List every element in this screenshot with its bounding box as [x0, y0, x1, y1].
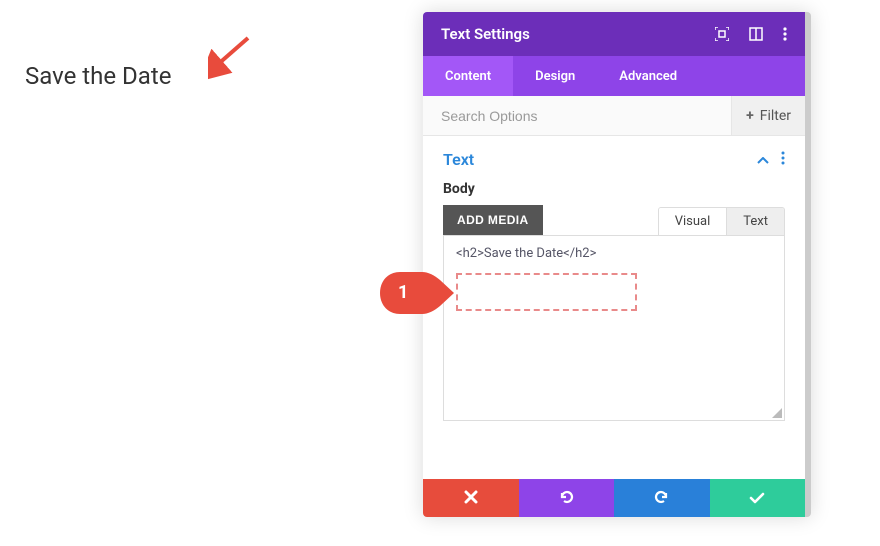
redo-button[interactable] [614, 479, 710, 517]
search-row: + Filter [423, 96, 805, 136]
body-label: Body [423, 177, 805, 205]
discard-button[interactable] [423, 479, 519, 517]
callout-number: 1 [398, 282, 408, 303]
editor-textarea[interactable]: <h2>Save the Date</h2> [443, 235, 785, 421]
add-media-button[interactable]: ADD MEDIA [443, 205, 543, 235]
close-icon [464, 489, 478, 508]
panel-title: Text Settings [441, 25, 715, 43]
editor-tab-text[interactable]: Text [727, 208, 784, 235]
page-preview-heading: Save the Date [25, 62, 171, 90]
settings-panel: Text Settings Content Design Advanced + … [423, 12, 811, 517]
filter-label: Filter [760, 108, 791, 124]
columns-icon[interactable] [749, 27, 763, 41]
save-button[interactable] [710, 479, 806, 517]
undo-button[interactable] [519, 479, 615, 517]
resize-handle-icon[interactable] [772, 408, 782, 418]
collapse-icon[interactable] [757, 150, 769, 169]
expand-icon[interactable] [715, 27, 729, 41]
editor-content: <h2>Save the Date</h2> [444, 236, 784, 271]
tab-advanced[interactable]: Advanced [597, 56, 699, 96]
panel-header: Text Settings [423, 12, 805, 56]
section-header: Text [423, 136, 805, 177]
check-icon [749, 489, 765, 508]
plus-icon: + [746, 108, 754, 124]
tab-content[interactable]: Content [423, 56, 513, 96]
search-input[interactable] [423, 96, 731, 135]
filter-button[interactable]: + Filter [731, 96, 805, 135]
tab-design[interactable]: Design [513, 56, 597, 96]
panel-tabs: Content Design Advanced [423, 56, 805, 96]
redo-icon [654, 489, 670, 508]
editor-tab-visual[interactable]: Visual [659, 208, 728, 235]
section-title: Text [443, 150, 757, 169]
panel-footer [423, 479, 805, 517]
undo-icon [558, 489, 574, 508]
section-more-icon[interactable] [781, 150, 785, 169]
editor-mode-tabs: Visual Text [658, 207, 785, 235]
annotation-arrow-icon [208, 30, 258, 84]
more-icon[interactable] [783, 27, 787, 41]
